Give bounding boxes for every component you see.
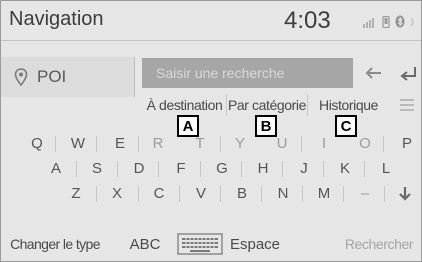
search-input[interactable] xyxy=(142,58,353,88)
key-n[interactable]: N xyxy=(270,181,296,206)
filter-category-button[interactable]: Par catégorie xyxy=(226,94,307,116)
key-divider xyxy=(261,186,262,202)
clock: 4:03 xyxy=(284,7,331,34)
key-divider xyxy=(220,186,221,202)
key-divider xyxy=(96,186,97,202)
signal-icon xyxy=(363,18,374,28)
key-h[interactable]: H xyxy=(250,156,276,181)
key-dash[interactable]: – xyxy=(352,181,378,206)
key-v[interactable]: V xyxy=(188,181,214,206)
key-c[interactable]: C xyxy=(146,181,172,206)
header-bar: Navigation 4:03 xyxy=(1,1,421,41)
key-divider xyxy=(383,136,384,152)
key-e[interactable]: E xyxy=(107,131,133,156)
key-l[interactable]: L xyxy=(373,156,399,181)
key-divider xyxy=(343,186,344,202)
key-k[interactable]: K xyxy=(332,156,358,181)
key-divider xyxy=(117,161,118,177)
abc-button[interactable]: ABC xyxy=(123,230,167,259)
key-d[interactable]: D xyxy=(126,156,152,181)
backspace-arrow-icon[interactable] xyxy=(361,60,387,86)
key-divider xyxy=(138,136,139,152)
key-divider xyxy=(96,136,97,152)
phone-icon xyxy=(382,16,390,28)
filter-destination-button[interactable]: À destination xyxy=(143,94,226,116)
key-i[interactable]: I xyxy=(311,131,337,156)
poi-category-button[interactable]: POI xyxy=(1,57,135,97)
key-x[interactable]: X xyxy=(104,181,130,206)
callout-b: B xyxy=(255,115,277,137)
callout-a: A xyxy=(177,115,199,137)
space-button[interactable]: Espace xyxy=(225,230,285,259)
key-divider xyxy=(220,136,221,152)
key-divider xyxy=(241,161,242,177)
key-p[interactable]: P xyxy=(394,131,420,156)
key-divider xyxy=(158,161,159,177)
key-j[interactable]: J xyxy=(291,156,317,181)
keyboard-layout-icon[interactable] xyxy=(177,233,223,255)
key-divider xyxy=(384,186,385,202)
key-divider xyxy=(200,161,201,177)
status-icons xyxy=(363,15,416,28)
filter-history-button[interactable]: Historique xyxy=(307,94,389,116)
list-icon[interactable] xyxy=(399,97,415,113)
poi-label: POI xyxy=(37,67,67,86)
bottom-bar: Changer le type ABC Espace Rechercher xyxy=(1,227,421,261)
navigation-screen: Navigation 4:03 POI Saisir une recherche… xyxy=(0,0,422,262)
map-pin-icon xyxy=(14,68,28,86)
key-m[interactable]: M xyxy=(311,181,337,206)
key-divider xyxy=(323,161,324,177)
search-button[interactable]: Rechercher xyxy=(337,230,421,259)
key-divider xyxy=(301,136,302,152)
key-y[interactable]: Y xyxy=(227,131,253,156)
key-divider xyxy=(55,136,56,152)
key-s[interactable]: S xyxy=(84,156,110,181)
down-arrow-icon[interactable] xyxy=(398,186,412,202)
key-divider xyxy=(364,161,365,177)
bluetooth-icon xyxy=(395,15,405,28)
return-icon[interactable] xyxy=(395,59,421,87)
key-divider xyxy=(179,186,180,202)
key-w[interactable]: W xyxy=(65,131,91,156)
key-divider xyxy=(76,161,77,177)
key-divider xyxy=(302,186,303,202)
key-a[interactable]: A xyxy=(43,156,69,181)
key-divider xyxy=(282,161,283,177)
key-z[interactable]: Z xyxy=(63,181,89,206)
key-b[interactable]: B xyxy=(229,181,255,206)
key-f[interactable]: F xyxy=(168,156,194,181)
wifi-icon xyxy=(410,17,414,27)
change-type-button[interactable]: Changer le type xyxy=(3,230,107,259)
page-title: Navigation xyxy=(9,8,104,30)
key-r[interactable]: R xyxy=(145,131,171,156)
callout-c: C xyxy=(335,115,357,137)
key-q[interactable]: Q xyxy=(24,131,50,156)
key-g[interactable]: G xyxy=(209,156,235,181)
key-divider xyxy=(138,186,139,202)
keyboard: Q W E R T Y U I O P A S D F G H J K L Z xyxy=(1,129,421,224)
